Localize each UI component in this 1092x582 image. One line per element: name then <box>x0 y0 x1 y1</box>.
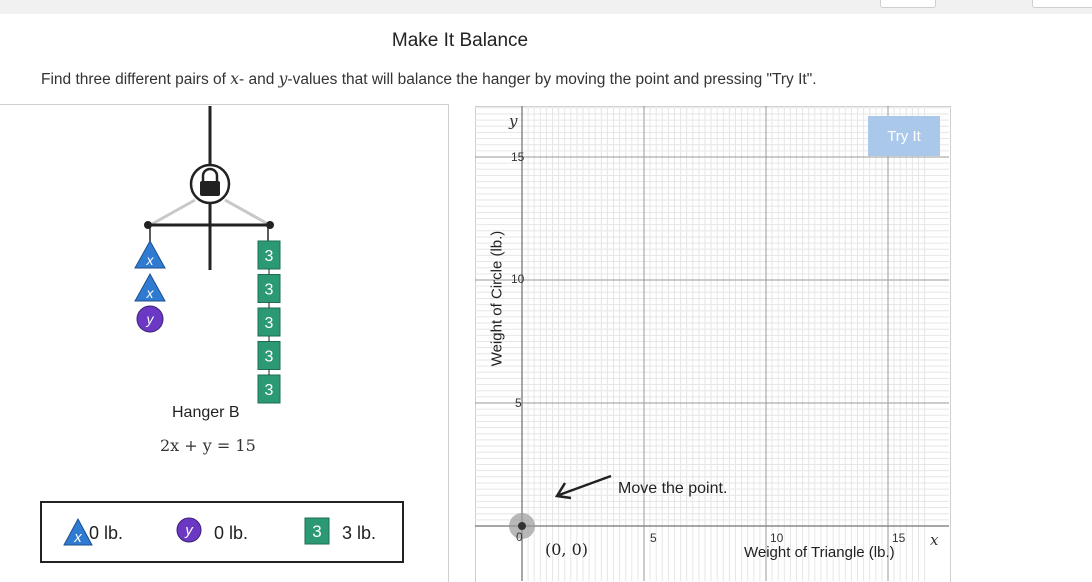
y-axis-label: Weight of Circle (lb.) <box>488 230 506 367</box>
hanger-square-3: 3 <box>257 336 281 370</box>
top-toolbar-strip <box>0 0 1092 14</box>
beam-end-right <box>266 221 274 229</box>
hanger-strut-right <box>224 198 269 226</box>
hanger-strut-left <box>151 198 196 226</box>
svg-text:3: 3 <box>265 282 274 299</box>
y-tick-10: 10 <box>511 272 525 286</box>
origin-tick: 0 <box>516 530 523 544</box>
x-tick-10: 10 <box>770 531 784 545</box>
legend-triangle-symbol: x <box>73 529 82 546</box>
hanger-triangle-0: x <box>134 239 166 269</box>
svg-text:3: 3 <box>265 349 274 366</box>
hanger-circle-2: y <box>136 305 164 333</box>
legend-square-weight: 3 lb. <box>342 523 377 543</box>
hanger-triangle-1: x <box>134 272 166 302</box>
instructions: Find three different pairs of x- and y-v… <box>41 70 817 89</box>
legend-triangle-icon: x <box>63 517 93 546</box>
svg-text:y: y <box>146 311 155 327</box>
toolbar-button[interactable] <box>880 0 936 8</box>
hanger-square-0: 3 <box>257 240 281 270</box>
hanger-square-1: 3 <box>257 269 281 303</box>
hanger-square-2: 3 <box>257 302 281 337</box>
svg-text:x: x <box>146 252 155 268</box>
legend-circle-weight: 0 lb. <box>214 523 249 543</box>
svg-text:x: x <box>146 285 155 301</box>
y-tick-5: 5 <box>515 396 522 410</box>
instruction-text-1: Find three different pairs of <box>41 71 231 88</box>
svg-text:3: 3 <box>265 248 274 265</box>
beam-end-left <box>144 221 152 229</box>
var-x: x <box>230 70 240 88</box>
hanger-equation: 2x + y = 15 <box>160 436 256 455</box>
y-axis-name: y <box>509 112 518 130</box>
point-center <box>518 522 526 530</box>
legend-triangle-weight: 0 lb. <box>89 523 124 543</box>
x-tick-5: 5 <box>650 531 657 545</box>
legend-circle-icon: y <box>176 517 202 543</box>
svg-text:3: 3 <box>265 382 274 399</box>
graph-canvas[interactable] <box>475 106 949 581</box>
legend-square-icon: 3 <box>304 517 330 545</box>
legend-square-symbol: 3 <box>312 522 321 541</box>
instruction-text-2: - and <box>239 71 279 88</box>
toolbar-button[interactable] <box>1032 0 1092 8</box>
instruction-text-3: -values that will balance the hanger by … <box>287 71 817 88</box>
y-tick-15: 15 <box>511 150 525 164</box>
x-axis-label: Weight of Triangle (lb.) <box>744 544 895 561</box>
minor-grid <box>475 106 949 581</box>
x-tick-15: 15 <box>892 531 906 545</box>
hint-text: Move the point. <box>618 480 728 497</box>
svg-text:3: 3 <box>265 315 274 332</box>
page-title: Make It Balance <box>391 30 529 51</box>
hanger-square-4: 3 <box>257 369 281 404</box>
try-it-button[interactable]: Try It <box>868 116 940 156</box>
point-coordinates: (0, 0) <box>545 540 589 559</box>
hanger-diagram: xxy 33333 <box>134 106 281 404</box>
lock-icon[interactable] <box>189 163 231 205</box>
x-axis-name: x <box>930 531 939 549</box>
hanger-name: Hanger B <box>172 404 240 421</box>
weights-legend: x y 3 0 lb. 0 lb. 3 lb. <box>40 501 404 563</box>
